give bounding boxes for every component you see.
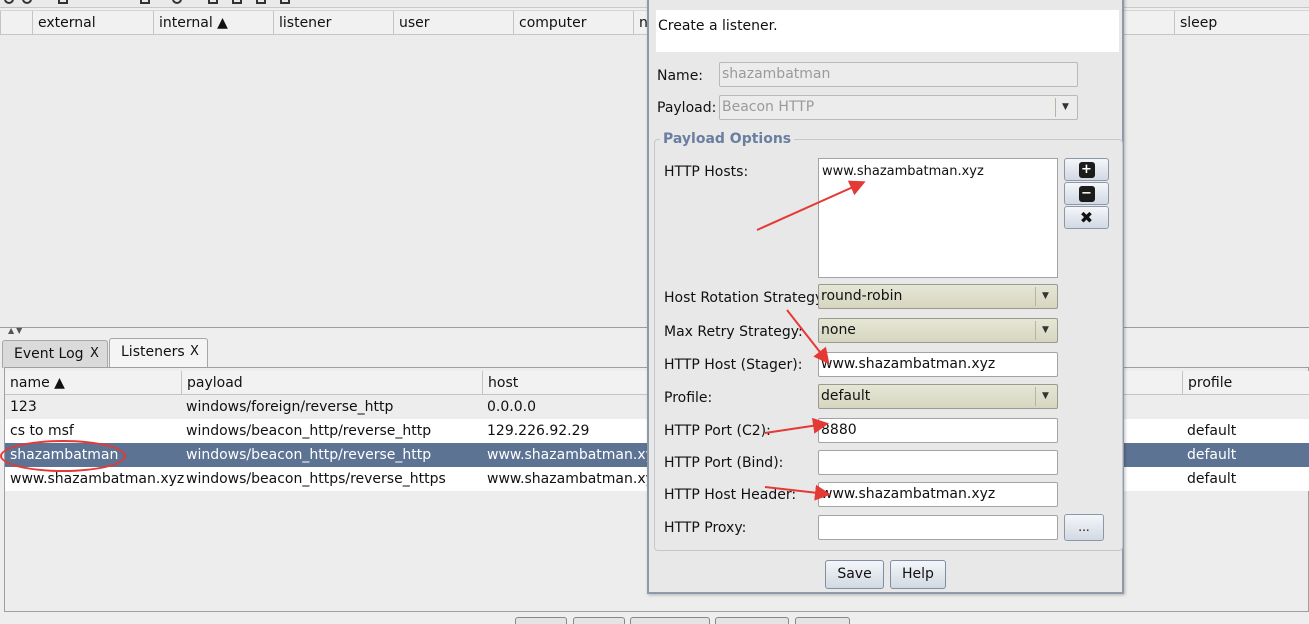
toolbar-log-icon[interactable] xyxy=(280,0,290,4)
profile-label: Profile: xyxy=(664,390,713,406)
chevron-down-icon[interactable]: ▼ xyxy=(1035,321,1055,340)
dialog-description: Create a listener. xyxy=(656,10,1119,52)
remove-host-button[interactable]: − xyxy=(1064,182,1109,205)
listener-restart-button[interactable] xyxy=(715,617,789,624)
payload-select: Beacon HTTP ▼ xyxy=(719,95,1078,120)
cell-profile: default xyxy=(1187,471,1237,487)
clear-icon: ✖ xyxy=(1079,207,1094,227)
annotation-circle xyxy=(0,440,126,472)
column-header-host[interactable]: host xyxy=(482,371,662,395)
tab-listeners-label: Listeners xyxy=(121,344,185,360)
save-button[interactable]: Save xyxy=(825,560,884,589)
http-hosts-item[interactable]: www.shazambatman.xyz xyxy=(822,164,1054,179)
tab-listeners[interactable]: Listeners X xyxy=(109,338,208,368)
max-retry-select[interactable]: none ▼ xyxy=(818,318,1058,343)
tab-listeners-close-icon[interactable]: X xyxy=(190,339,199,365)
cell-name: www.shazambatman.xyz xyxy=(10,471,185,487)
column-header-payload[interactable]: payload xyxy=(181,371,482,395)
name-label: Name: xyxy=(657,68,704,84)
name-field: shazambatman xyxy=(719,62,1078,87)
cell-payload: windows/foreign/reverse_http xyxy=(186,399,394,415)
host-rotation-label: Host Rotation Strategy: xyxy=(664,290,828,306)
column-header-listener[interactable]: listener xyxy=(273,11,393,35)
toolbar-disconnect-icon[interactable] xyxy=(4,0,14,4)
column-header-computer[interactable]: computer xyxy=(513,11,633,35)
port-bind-field[interactable] xyxy=(818,450,1058,475)
host-stager-field[interactable]: www.shazambatman.xyz xyxy=(818,352,1058,377)
toolbar-list-icon[interactable] xyxy=(140,0,150,4)
http-hosts-label: HTTP Hosts: xyxy=(664,164,749,180)
cell-name: 123 xyxy=(10,399,37,415)
edit-listener-dialog: Create a listener. Name: shazambatman Pa… xyxy=(647,0,1124,594)
cell-payload: windows/beacon_https/reverse_https xyxy=(186,471,446,487)
add-host-button[interactable]: + xyxy=(1064,158,1109,181)
listener-add-button[interactable] xyxy=(515,617,567,624)
port-bind-label: HTTP Port (Bind): xyxy=(664,455,784,471)
proxy-field[interactable] xyxy=(818,515,1058,540)
toolbar-notes-icon[interactable] xyxy=(256,0,266,4)
tab-event-log[interactable]: Event Log X xyxy=(2,340,108,368)
help-button[interactable]: Help xyxy=(890,560,946,589)
column-header-profile[interactable]: profile xyxy=(1182,371,1309,395)
column-header-external[interactable]: external xyxy=(32,11,153,35)
host-rotation-select[interactable]: round-robin ▼ xyxy=(818,284,1058,309)
host-header-field[interactable]: www.shazambatman.xyz xyxy=(818,482,1058,507)
cell-host: www.shazambatman.xyz xyxy=(487,471,662,487)
listener-remove-button[interactable] xyxy=(630,617,710,624)
tab-event-log-close-icon[interactable]: X xyxy=(90,341,99,367)
toolbar-globe-icon[interactable] xyxy=(172,0,182,4)
http-hosts-list[interactable]: www.shazambatman.xyz xyxy=(818,158,1058,278)
tab-event-log-label: Event Log xyxy=(14,346,84,362)
cell-profile: default xyxy=(1187,447,1237,463)
port-c2-field[interactable]: 8880 xyxy=(818,418,1058,443)
splitter-arrows-icon[interactable]: ▲▼ xyxy=(8,326,24,335)
cell-payload: windows/beacon_http/reverse_http xyxy=(186,447,432,463)
chevron-down-icon: ▼ xyxy=(1055,98,1075,117)
toolbar-download-icon[interactable] xyxy=(232,0,242,4)
listener-edit-button[interactable] xyxy=(573,617,625,624)
minus-icon: − xyxy=(1078,185,1095,202)
host-stager-label: HTTP Host (Stager): xyxy=(664,357,803,373)
clear-hosts-button[interactable]: ✖ xyxy=(1064,206,1109,229)
payload-label: Payload: xyxy=(657,100,717,116)
chevron-down-icon[interactable]: ▼ xyxy=(1035,387,1055,406)
cell-host: www.shazambatman.xyz xyxy=(487,447,662,463)
max-retry-value: none xyxy=(821,322,856,338)
cell-payload: windows/beacon_http/reverse_http xyxy=(186,423,432,439)
plus-icon: + xyxy=(1078,161,1095,178)
app-window: external internal ▲ listener user comput… xyxy=(0,0,1309,624)
toolbar-refresh-icon[interactable] xyxy=(22,0,32,4)
cell-host: 0.0.0.0 xyxy=(487,399,536,415)
column-header-name[interactable]: name ▲ xyxy=(5,371,181,395)
payload-select-value: Beacon HTTP xyxy=(722,99,815,115)
proxy-config-button[interactable]: ... xyxy=(1064,514,1104,541)
column-header-internal[interactable]: internal ▲ xyxy=(153,11,273,35)
host-header-label: HTTP Host Header: xyxy=(664,487,797,503)
host-rotation-value: round-robin xyxy=(821,288,903,304)
port-c2-label: HTTP Port (C2): xyxy=(664,423,771,439)
profile-select[interactable]: default ▼ xyxy=(818,384,1058,409)
listener-help-button[interactable] xyxy=(795,617,850,624)
cell-profile: default xyxy=(1187,423,1237,439)
chevron-down-icon[interactable]: ▼ xyxy=(1035,287,1055,306)
toolbar-headphones-icon[interactable] xyxy=(58,0,68,4)
toolbar-image-icon[interactable] xyxy=(208,0,218,4)
column-header-user[interactable]: user xyxy=(393,11,513,35)
profile-value: default xyxy=(821,388,871,404)
column-header-icon[interactable] xyxy=(0,11,32,35)
cell-host: 129.226.92.29 xyxy=(487,423,590,439)
payload-options-title: Payload Options xyxy=(660,131,795,147)
proxy-label: HTTP Proxy: xyxy=(664,520,747,536)
max-retry-label: Max Retry Strategy: xyxy=(664,324,803,340)
column-header-sleep[interactable]: sleep xyxy=(1174,11,1309,35)
